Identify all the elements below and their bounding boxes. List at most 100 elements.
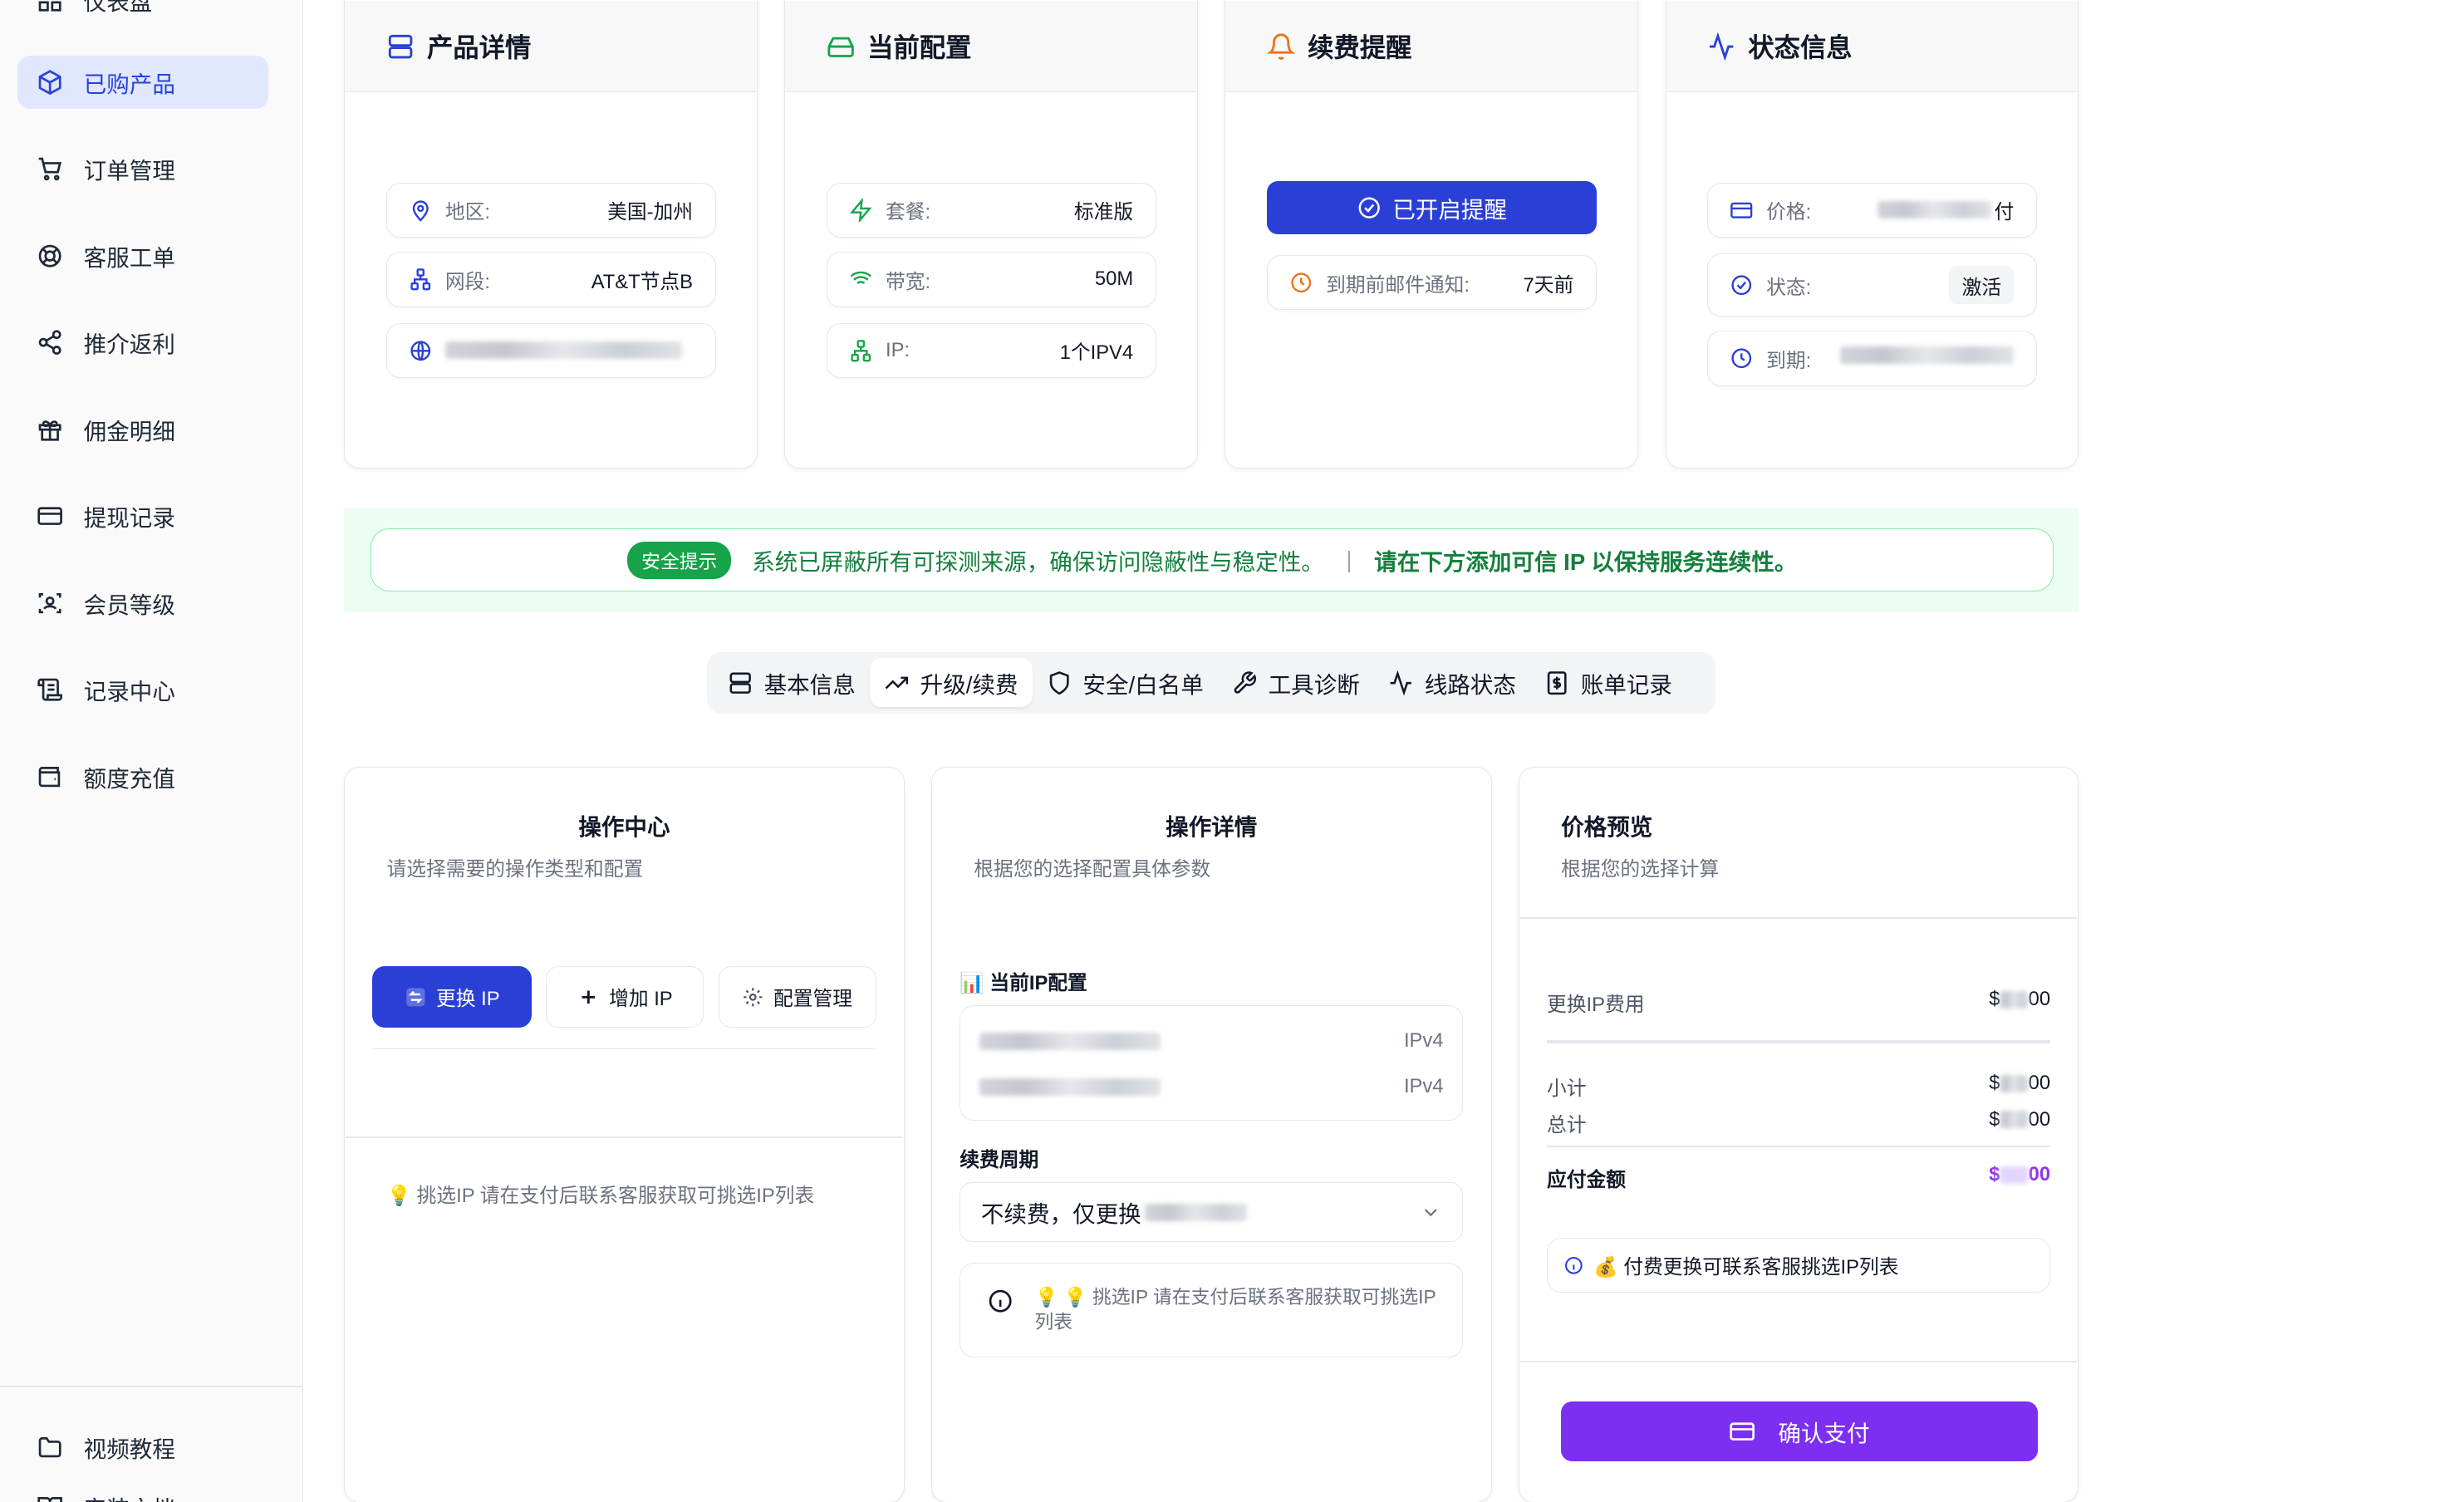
info-icon [1565, 1256, 1583, 1274]
reminder-enabled-button[interactable]: 已开启提醒 [1266, 180, 1597, 235]
sidebar-item-install-docs[interactable]: 安装文档 [17, 1480, 268, 1502]
sidebar-item-label: 佣金明细 [83, 418, 175, 444]
tab-line-status[interactable]: 线路状态 [1374, 658, 1530, 707]
price-note-text: 💰 付费更换可联系客服挑选IP列表 [1593, 1256, 1899, 1279]
change-ip-button[interactable]: 更换 IP [372, 965, 533, 1028]
ip-redacted [979, 1032, 1161, 1050]
sidebar-item-orders[interactable]: 订单管理 [17, 142, 268, 196]
lifebuoy-icon [38, 244, 61, 268]
detail-info-box: 💡 💡 挑选IP 请在支付后联系客服获取可挑选IP列表 [960, 1263, 1464, 1357]
price-label: 价格: [1766, 201, 1812, 224]
renewal-period-value: 不续费，仅更换 [980, 1201, 1141, 1228]
sidebar-item-label: 订单管理 [83, 158, 175, 184]
sidebar-item-commission[interactable]: 佣金明细 [17, 403, 268, 457]
ip-address-redacted [444, 341, 682, 360]
zap-icon [850, 198, 872, 222]
renewal-period-label: 续费周期 [960, 1148, 1039, 1171]
confirm-payment-button[interactable]: 确认支付 [1561, 1401, 2038, 1462]
card-icon [37, 507, 62, 526]
region-label: 地区: [444, 201, 490, 224]
check-circle-icon [1358, 197, 1380, 218]
ip-type: IPv4 [1403, 1075, 1444, 1098]
activity-icon [1709, 32, 1734, 61]
detail-tabs: 基本信息 升级/续费 安全/白名单 工具诊断 线路状态 账单记录 [707, 651, 1716, 714]
wrench-icon [1234, 670, 1257, 694]
ip-address-row [385, 322, 716, 379]
tab-label: 升级/续费 [920, 671, 1018, 698]
sidebar-item-label: 视频教程 [83, 1436, 175, 1463]
sidebar-item-withdrawals[interactable]: 提现记录 [17, 489, 268, 543]
banner-text: 系统已屏蔽所有可探测来源，确保访问隐蔽性与稳定性。 [752, 549, 1324, 576]
network-icon [851, 339, 871, 361]
ip-list-item: IPv4 [979, 1025, 1443, 1057]
amount-redacted [2000, 1166, 2029, 1184]
box-icon [38, 69, 61, 95]
scroll-icon [37, 678, 62, 701]
card-title: 当前配置 [867, 33, 972, 63]
card-icon [1730, 202, 1753, 218]
change-ip-label: 更换 IP [436, 988, 500, 1011]
sidebar-item-label: 仪表盘 [83, 0, 153, 15]
plan-value: 标准版 [1073, 201, 1134, 224]
clock-icon [1731, 348, 1752, 369]
amount-decimal: 00 [2028, 1163, 2051, 1186]
sidebar-item-label: 记录中心 [83, 679, 175, 705]
product-details-card: 产品详情 地区: 美国-加州 网段: AT&T节点B [344, 0, 758, 469]
sidebar-item-label: 额度充值 [83, 765, 175, 792]
renewal-period-select[interactable]: 不续费，仅更换 [960, 1182, 1464, 1243]
total-label: 总计 [1547, 1113, 1587, 1136]
add-ip-button[interactable]: 增加 IP [546, 965, 704, 1028]
sidebar-item-label: 已购产品 [83, 71, 175, 97]
sidebar-item-recharge[interactable]: 额度充值 [17, 750, 268, 804]
globe-icon [410, 340, 431, 361]
sidebar-item-tickets[interactable]: 客服工单 [17, 229, 268, 283]
config-management-label: 配置管理 [773, 988, 852, 1011]
check-circle-icon [1731, 275, 1752, 295]
ip-count-row: IP: 1个IPV4 [826, 322, 1156, 379]
expire-value [1840, 346, 2015, 370]
banner-separator: | [1346, 547, 1352, 573]
wifi-icon [850, 271, 872, 289]
chevron-down-icon [1424, 1209, 1437, 1217]
sidebar-item-label: 提现记录 [83, 505, 175, 532]
price-redacted [1877, 201, 1991, 219]
tab-security-whitelist[interactable]: 安全/白名单 [1033, 658, 1218, 707]
activity-icon [1390, 670, 1411, 695]
sidebar-item-membership[interactable]: 会员等级 [17, 577, 268, 631]
tab-tool-diagnostics[interactable]: 工具诊断 [1218, 658, 1374, 707]
banner-cta: 请在下方添加可信 IP 以保持服务连续性。 [1374, 549, 1798, 576]
amount-redacted [2000, 1111, 2029, 1129]
tab-basic-info[interactable]: 基本信息 [714, 658, 870, 707]
price-note-box: 💰 付费更换可联系客服挑选IP列表 [1547, 1237, 2051, 1293]
tab-upgrade-renew[interactable]: 升级/续费 [869, 658, 1033, 708]
sidebar-item-referral[interactable]: 推介返利 [17, 316, 268, 370]
tab-billing-records[interactable]: 账单记录 [1530, 658, 1686, 707]
segment-row: 网段: AT&T节点B [385, 252, 716, 307]
security-tag: 安全提示 [627, 542, 732, 579]
price-preview-subtitle: 根据您的选择计算 [1561, 858, 1720, 881]
ip-count-value: 1个IPV4 [1059, 341, 1134, 365]
expire-redacted [1840, 346, 2015, 365]
operation-detail-subtitle: 根据您的选择配置具体参数 [974, 858, 1211, 881]
config-management-button[interactable]: 配置管理 [718, 965, 876, 1028]
price-value: 付 [1877, 195, 2014, 224]
sidebar-item-dashboard[interactable]: 仪表盘 [17, 0, 268, 27]
sidebar-item-video-tutorials[interactable]: 视频教程 [17, 1421, 268, 1475]
currency-symbol: $ [1989, 1163, 2000, 1186]
gift-icon [38, 420, 61, 441]
email-notice-row: 到期前邮件通知: 7天前 [1266, 254, 1597, 311]
share-icon [38, 330, 61, 356]
card-title: 状态信息 [1748, 33, 1853, 63]
operation-tip: 💡 挑选IP 请在支付后联系客服获取可挑选IP列表 [386, 1185, 815, 1208]
operation-center-subtitle: 请选择需要的操作类型和配置 [386, 858, 644, 881]
email-notice-label: 到期前邮件通知: [1326, 273, 1470, 297]
detail-info-text: 💡 💡 挑选IP 请在支付后联系客服获取可挑选IP列表 [1034, 1285, 1436, 1333]
fee-divider [1547, 1040, 2051, 1043]
sidebar-item-records[interactable]: 记录中心 [17, 663, 268, 717]
tab-label: 线路状态 [1424, 671, 1516, 698]
sidebar-item-label: 会员等级 [83, 591, 175, 618]
total-value: $ 00 [1956, 1108, 2050, 1131]
sidebar-item-purchased-products[interactable]: 已购产品 [17, 55, 268, 110]
bell-icon [1266, 32, 1295, 60]
amount-redacted [2000, 1074, 2029, 1092]
